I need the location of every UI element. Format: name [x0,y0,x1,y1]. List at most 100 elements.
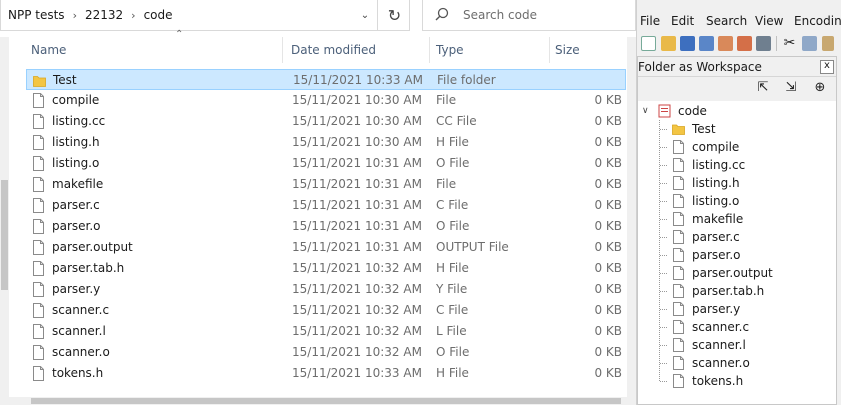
address-bar[interactable]: NPP tests › 22132 › code ⌄ ↻ [0,0,410,31]
menu-file[interactable]: File [640,11,660,31]
cut-icon[interactable]: ✂ [782,36,797,51]
close-icon[interactable]: x [820,60,834,74]
file-row[interactable]: listing.h 15/11/2021 10:30 AM H File 0 KB [26,132,626,153]
file-row[interactable]: listing.o 15/11/2021 10:31 AM O File 0 KB [26,153,626,174]
file-icon [33,198,44,213]
file-size: 0 KB [594,303,622,317]
column-header-name[interactable]: Name [31,37,66,63]
file-date-modified: 15/11/2021 10:32 AM [292,282,422,296]
print-icon[interactable] [756,36,771,51]
scrollbar-thumb[interactable] [1,180,8,290]
file-icon [33,177,44,192]
tree-guide-line [660,201,668,202]
file-date-modified: 15/11/2021 10:32 AM [292,345,422,359]
menu-search[interactable]: Search [706,11,747,31]
file-row[interactable]: makefile 15/11/2021 10:31 AM File 0 KB [26,174,626,195]
chevron-right-icon[interactable]: › [73,0,77,31]
breadcrumb-item[interactable]: 22132 [85,0,123,31]
breadcrumb-item[interactable]: code [144,0,173,31]
horizontal-scrollbar[interactable] [9,397,636,405]
file-list-vertical-scrollbar[interactable] [627,37,636,397]
tree-guide-line [660,327,668,328]
tree-guide-line [660,237,668,238]
tree-item-label: listing.h [692,176,740,190]
refresh-icon[interactable]: ↻ [377,0,411,31]
file-row[interactable]: parser.c 15/11/2021 10:31 AM C File 0 KB [26,195,626,216]
tree-guide-line [660,345,668,346]
file-name: compile [52,93,100,107]
file-row[interactable]: parser.y 15/11/2021 10:32 AM Y File 0 KB [26,279,626,300]
file-icon [33,324,44,339]
file-row[interactable]: tokens.h 15/11/2021 10:33 AM H File 0 KB [26,363,626,384]
column-divider[interactable] [549,37,550,63]
copy-icon[interactable] [802,36,817,51]
file-name: tokens.h [52,366,104,380]
search-placeholder: Search code [463,8,537,22]
new-file-icon[interactable] [641,36,656,51]
file-row[interactable]: compile 15/11/2021 10:30 AM File 0 KB [26,90,626,111]
locate-current-file-icon[interactable]: ⊕ [812,80,828,96]
file-icon [673,374,684,388]
root-folder-icon [658,104,671,118]
file-row[interactable]: parser.o 15/11/2021 10:31 AM O File 0 KB [26,216,626,237]
column-divider[interactable] [282,37,283,63]
close-all-icon[interactable] [737,36,752,51]
save-all-icon[interactable] [699,36,714,51]
file-type: OUTPUT File [436,240,509,254]
folder-as-workspace-panel: Folder as Workspace x ⇱ ⇲ ⊕ ∨ code Test c… [637,56,837,405]
open-file-icon[interactable] [661,36,676,51]
save-icon[interactable] [680,36,695,51]
panel-title-bar: Folder as Workspace x [638,57,836,77]
column-header-size[interactable]: Size [555,37,580,63]
file-row[interactable]: scanner.c 15/11/2021 10:32 AM C File 0 KB [26,300,626,321]
file-icon [673,248,684,262]
file-icon [673,356,684,370]
file-icon [673,338,684,352]
close-file-icon[interactable] [718,36,733,51]
file-name: parser.output [52,240,133,254]
file-icon [673,284,684,298]
file-icon [33,219,44,234]
file-type: File [436,177,457,191]
panel-scrollbar[interactable] [837,56,841,405]
scrollbar-thumb[interactable] [31,398,621,404]
file-row[interactable]: scanner.o 15/11/2021 10:32 AM O File 0 KB [26,342,626,363]
menu-encoding[interactable]: Encoding [794,11,841,31]
tree-guide-line [660,165,668,166]
chevron-down-icon[interactable]: ∨ [642,102,649,120]
tree-item-label: makefile [692,212,744,226]
column-header-date[interactable]: Date modified [291,37,376,63]
tree-item-label: scanner.c [692,320,750,334]
file-name: parser.c [52,198,100,212]
column-divider[interactable] [429,37,430,63]
menu-edit[interactable]: Edit [671,11,694,31]
file-date-modified: 15/11/2021 10:30 AM [292,114,422,128]
chevron-right-icon[interactable]: › [131,0,135,31]
file-row[interactable]: parser.tab.h 15/11/2021 10:32 AM H File 0 K… [26,258,626,279]
column-header-type[interactable]: Type [436,37,464,63]
collapse-all-icon[interactable]: ⇱ [755,80,771,96]
file-row[interactable]: listing.cc 15/11/2021 10:30 AM CC File 0 KB [26,111,626,132]
file-row[interactable]: scanner.l 15/11/2021 10:32 AM L File 0 KB [26,321,626,342]
tree-guide-line [660,291,668,292]
tree-guide-line [660,147,668,148]
file-icon [33,282,44,297]
navigation-pane-scrollbar[interactable] [0,37,9,405]
file-date-modified: 15/11/2021 10:30 AM [292,93,422,107]
sort-ascending-icon: ⌃ [175,29,184,40]
tree-item-label: listing.cc [692,158,746,172]
file-icon [33,366,44,381]
folder-row[interactable]: Test 15/11/2021 10:33 AM File folder [26,69,626,90]
file-name: listing.h [52,135,100,149]
file-row[interactable]: parser.output 15/11/2021 10:31 AM OUTPUT F… [26,237,626,258]
chevron-down-icon[interactable]: ⌄ [354,0,376,31]
file-name: listing.cc [52,114,106,128]
expand-all-icon[interactable]: ⇲ [783,80,799,96]
paste-icon[interactable] [822,36,834,51]
file-size: 0 KB [594,240,622,254]
menu-view[interactable]: View [755,11,783,31]
file-name: parser.tab.h [52,261,125,275]
file-icon [673,320,684,334]
search-input[interactable]: Search code [422,0,636,31]
breadcrumb-item[interactable]: NPP tests [8,0,65,31]
